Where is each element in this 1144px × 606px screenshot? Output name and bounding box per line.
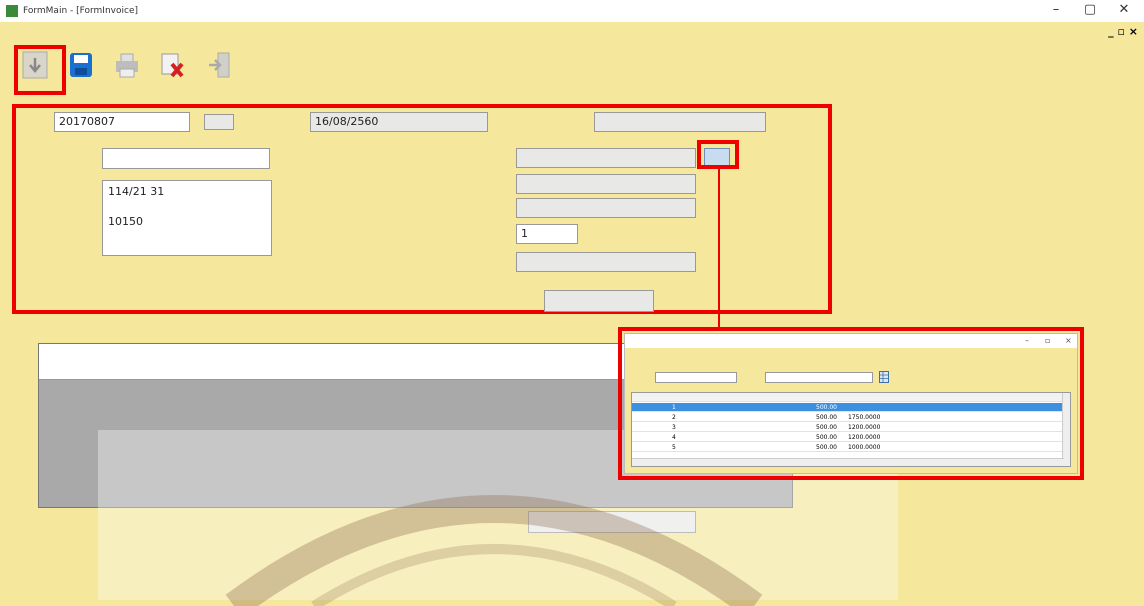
- menu-bar: _ ▫ ×: [0, 22, 1144, 42]
- window-title: FormMain - [FormInvoice]: [23, 6, 138, 16]
- title-bar: FormMain - [FormInvoice] – ▢ ✕: [0, 0, 1144, 22]
- print-icon: [116, 53, 138, 78]
- cancel-icon: [161, 53, 184, 78]
- print-button[interactable]: [104, 44, 150, 100]
- highlight-product-lookup: [697, 140, 739, 169]
- add-item-button[interactable]: [544, 290, 654, 312]
- stock-field[interactable]: [516, 198, 696, 218]
- employee-field[interactable]: [594, 112, 766, 132]
- highlight-product-search-dialog: [618, 327, 1084, 480]
- highlight-new-button: [14, 45, 66, 95]
- product-code-field[interactable]: [516, 148, 696, 168]
- exit-icon: [209, 52, 230, 78]
- invoice-lookup-button[interactable]: [204, 114, 234, 130]
- product-name-field[interactable]: [516, 174, 696, 194]
- highlight-connector-line: [718, 168, 720, 328]
- invoice-panel: 20170807 16/08/2560 114/21 31 10150 1: [12, 104, 832, 314]
- save-icon: [70, 53, 92, 77]
- university-seal-watermark: [225, 495, 763, 606]
- cancel-button[interactable]: [150, 44, 196, 100]
- close-button[interactable]: ✕: [1114, 2, 1134, 17]
- maximize-button[interactable]: ▢: [1080, 2, 1100, 17]
- customer-name-field[interactable]: [102, 148, 270, 169]
- minimize-button[interactable]: –: [1046, 2, 1066, 17]
- customer-address-field[interactable]: 114/21 31 10150: [102, 180, 272, 256]
- quantity-stepper[interactable]: 1: [516, 224, 578, 244]
- invoice-number-field[interactable]: 20170807: [54, 112, 190, 132]
- date-field[interactable]: 16/08/2560: [310, 112, 488, 132]
- mdi-window-controls[interactable]: _ ▫ ×: [1108, 25, 1138, 38]
- exit-button[interactable]: [196, 44, 242, 100]
- unit-field[interactable]: [516, 252, 696, 272]
- app-icon: [6, 5, 18, 17]
